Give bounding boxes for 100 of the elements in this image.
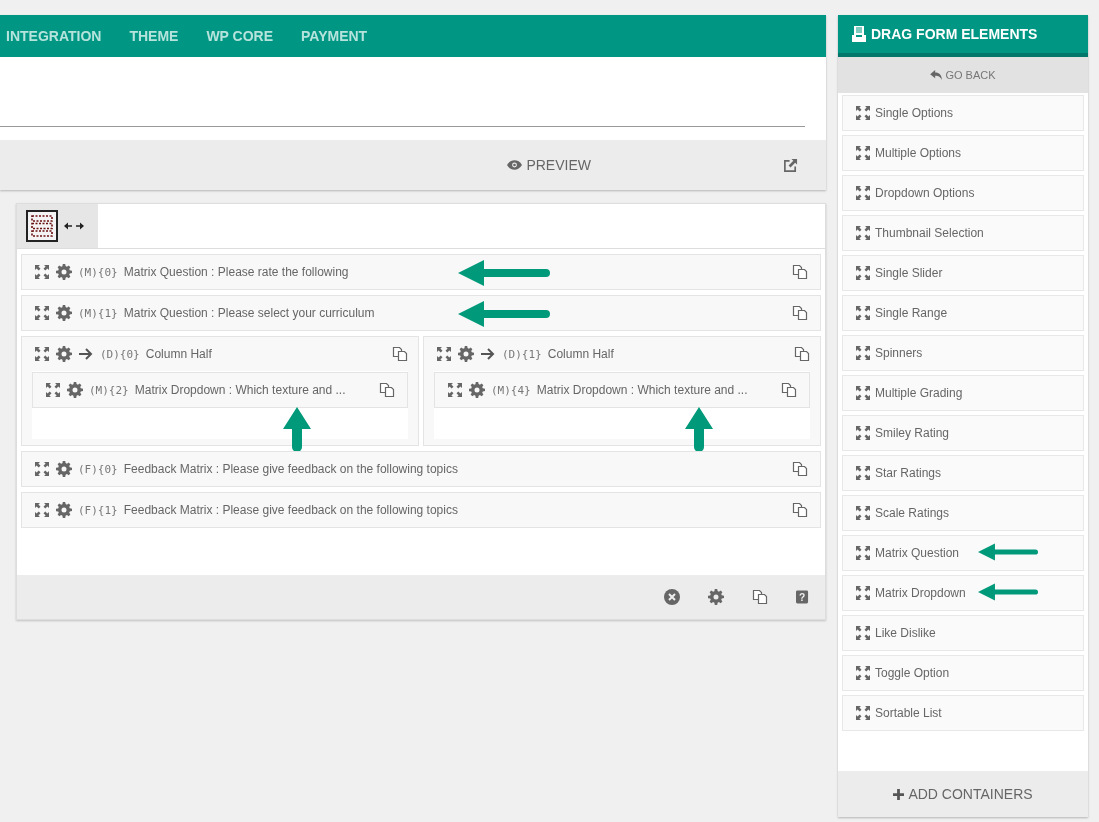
form-element-row[interactable]: (M){2} Matrix Dropdown : Which texture and ... xyxy=(32,372,408,408)
copy-icon[interactable] xyxy=(792,305,808,321)
form-element-item[interactable]: Single Options xyxy=(842,95,1084,131)
element-label: Single Slider xyxy=(875,266,943,280)
copy-icon[interactable] xyxy=(379,382,395,398)
copy-icon[interactable] xyxy=(781,382,797,398)
reply-arrow-icon xyxy=(930,70,943,80)
settings-icon[interactable] xyxy=(56,346,72,362)
move-icon[interactable] xyxy=(34,264,50,280)
move-icon[interactable] xyxy=(34,346,50,362)
element-label: Multiple Options xyxy=(875,146,962,160)
move-icon[interactable] xyxy=(855,665,871,681)
form-element-row[interactable]: (F){0} Feedback Matrix : Please give feedback on the following topics xyxy=(21,451,821,487)
layout-tab[interactable] xyxy=(17,204,98,248)
resize-arrows-icon[interactable] xyxy=(64,222,84,230)
copy-icon[interactable] xyxy=(392,346,408,362)
element-label: Toggle Option xyxy=(875,666,950,680)
copy-icon[interactable] xyxy=(792,502,808,518)
close-icon[interactable] xyxy=(664,589,680,605)
move-icon[interactable] xyxy=(855,625,871,641)
element-label: Matrix Question : Please select your curriculum xyxy=(123,306,375,320)
move-icon[interactable] xyxy=(855,705,871,721)
element-label: Matrix Dropdown : Which texture and ... xyxy=(536,383,748,397)
help-icon[interactable]: ? xyxy=(796,590,809,604)
right-arrow-icon xyxy=(78,346,94,362)
copy-icon[interactable] xyxy=(792,264,808,280)
form-element-item[interactable]: Smiley Rating xyxy=(842,415,1084,451)
go-back-button[interactable]: GO BACK xyxy=(838,57,1088,93)
form-element-item[interactable]: Dropdown Options xyxy=(842,175,1084,211)
element-code: (F){1} xyxy=(78,503,118,517)
form-element-item[interactable]: Matrix Dropdown xyxy=(842,575,1084,611)
form-element-row[interactable]: (F){1} Feedback Matrix : Please give feedback on the following topics xyxy=(21,492,821,528)
form-element-item[interactable]: Spinners xyxy=(842,335,1084,371)
form-element-item[interactable]: Multiple Grading xyxy=(842,375,1084,411)
element-label: Single Options xyxy=(875,106,954,120)
copy-icon[interactable] xyxy=(752,589,768,605)
copy-icon[interactable] xyxy=(794,346,810,362)
settings-icon[interactable] xyxy=(469,382,485,398)
element-code: (F){0} xyxy=(78,462,118,476)
form-element-item[interactable]: Single Range xyxy=(842,295,1084,331)
form-element-item[interactable]: Like Dislike xyxy=(842,615,1084,651)
settings-icon[interactable] xyxy=(67,382,83,398)
settings-icon[interactable] xyxy=(56,461,72,477)
add-containers-button[interactable]: ADD CONTAINERS xyxy=(838,771,1088,817)
element-code: (D){1} xyxy=(502,347,542,361)
settings-icon[interactable] xyxy=(56,264,72,280)
move-icon[interactable] xyxy=(855,465,871,481)
form-element-row[interactable]: (M){4} Matrix Dropdown : Which texture and ... xyxy=(434,372,810,408)
form-element-item[interactable]: Scale Ratings xyxy=(842,495,1084,531)
element-label: Column Half xyxy=(145,347,212,361)
plus-icon xyxy=(893,788,905,800)
move-icon[interactable] xyxy=(855,185,871,201)
form-element-item[interactable]: Star Ratings xyxy=(842,455,1084,491)
move-icon[interactable] xyxy=(855,425,871,441)
element-code: (D){0} xyxy=(100,347,140,361)
form-element-row[interactable]: (M){1} Matrix Question : Please select your curriculum xyxy=(21,295,821,331)
move-icon[interactable] xyxy=(436,346,452,362)
move-icon[interactable] xyxy=(855,385,871,401)
settings-icon[interactable] xyxy=(56,305,72,321)
element-label: Matrix Dropdown : Which texture and ... xyxy=(134,383,346,397)
form-element-item[interactable]: Matrix Question xyxy=(842,535,1084,571)
form-element-item[interactable]: Thumbnail Selection xyxy=(842,215,1084,251)
inbox-icon xyxy=(852,26,866,42)
move-icon[interactable] xyxy=(855,505,871,521)
settings-icon[interactable] xyxy=(708,589,724,605)
move-icon[interactable] xyxy=(34,305,50,321)
move-icon[interactable] xyxy=(855,225,871,241)
form-element-item[interactable]: Multiple Options xyxy=(842,135,1084,171)
settings-icon[interactable] xyxy=(458,346,474,362)
move-icon[interactable] xyxy=(447,382,463,398)
move-icon[interactable] xyxy=(855,345,871,361)
settings-icon[interactable] xyxy=(56,502,72,518)
element-label: Multiple Grading xyxy=(875,386,963,400)
element-code: (M){1} xyxy=(78,306,118,320)
right-arrow-icon xyxy=(480,346,496,362)
move-icon[interactable] xyxy=(855,265,871,281)
preview-button[interactable]: PREVIEW xyxy=(505,155,593,175)
element-label: Dropdown Options xyxy=(875,186,975,200)
copy-icon[interactable] xyxy=(792,461,808,477)
element-label: Matrix Dropdown xyxy=(875,586,966,600)
form-element-row[interactable]: (M){0} Matrix Question : Please rate the following xyxy=(21,254,821,290)
element-label: Matrix Question xyxy=(875,546,960,560)
external-link-icon[interactable] xyxy=(783,157,798,173)
form-element-item[interactable]: Toggle Option xyxy=(842,655,1084,691)
move-icon[interactable] xyxy=(34,502,50,518)
move-icon[interactable] xyxy=(45,382,61,398)
element-code: (M){4} xyxy=(491,383,531,397)
element-label: Star Ratings xyxy=(875,466,942,480)
move-icon[interactable] xyxy=(855,145,871,161)
move-icon[interactable] xyxy=(34,461,50,477)
move-icon[interactable] xyxy=(855,305,871,321)
move-icon[interactable] xyxy=(855,105,871,121)
element-label: Matrix Question : Please rate the following xyxy=(123,265,349,279)
element-label: Single Range xyxy=(875,306,948,320)
move-icon[interactable] xyxy=(855,585,871,601)
form-element-item[interactable]: Sortable List xyxy=(842,695,1084,731)
move-icon[interactable] xyxy=(855,545,871,561)
eye-icon xyxy=(507,160,523,170)
form-element-item[interactable]: Single Slider xyxy=(842,255,1084,291)
element-label: Spinners xyxy=(875,346,923,360)
